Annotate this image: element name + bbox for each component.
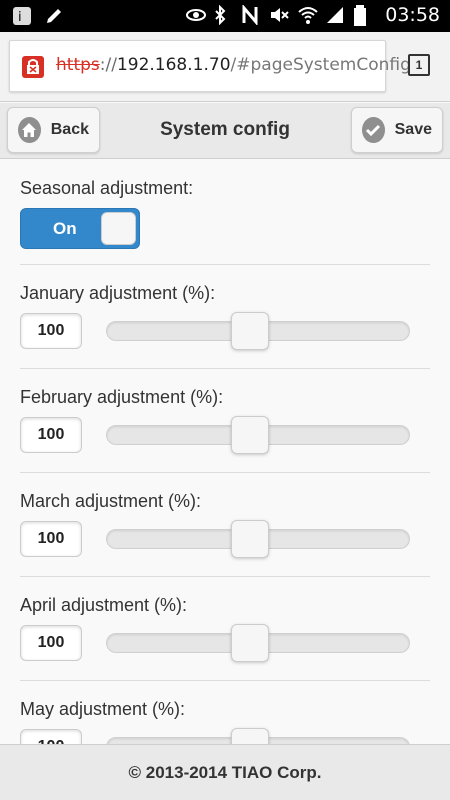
signal-icon (325, 5, 345, 25)
browser-toolbar: https://192.168.1.70/#pageSystemConfig 1 (0, 32, 450, 102)
check-icon (362, 117, 385, 143)
seasonal-adjustment-field: Seasonal adjustment: On (20, 160, 430, 265)
month-adjustment-input[interactable]: 100 (20, 521, 82, 557)
month-adjustment-label: May adjustment (%): (20, 699, 186, 719)
month-adjustment-slider[interactable] (106, 728, 410, 744)
url-fragment: /#pageSystemConfig (230, 55, 411, 75)
url-text[interactable]: https://192.168.1.70/#pageSystemConfig (56, 55, 411, 75)
month-adjustment-slider[interactable] (106, 624, 410, 662)
nfc-icon (241, 3, 261, 27)
app-icon: i (12, 6, 32, 26)
month-adjustment-slider[interactable] (106, 520, 410, 558)
wifi-icon (297, 5, 318, 25)
address-bar[interactable]: https://192.168.1.70/#pageSystemConfig (9, 40, 411, 92)
month-adjustment-field: March adjustment (%): 100 (20, 473, 430, 577)
toggle-on-label: On (53, 219, 77, 238)
seasonal-adjustment-label: Seasonal adjustment: (20, 178, 194, 198)
month-adjustment-label: March adjustment (%): (20, 491, 202, 511)
month-adjustment-label: January adjustment (%): (20, 283, 216, 303)
toggle-knob[interactable] (101, 212, 136, 245)
month-adjustment-label: February adjustment (%): (20, 387, 224, 407)
month-adjustment-field: May adjustment (%): 100 (20, 681, 430, 744)
insecure-lock-icon[interactable] (22, 56, 44, 78)
month-adjustment-input[interactable]: 100 (20, 625, 82, 661)
slider-handle[interactable] (230, 416, 269, 454)
page-footer: © 2013-2014 TIAO Corp. (0, 744, 450, 800)
url-scheme: https (56, 55, 100, 75)
month-adjustment-field: January adjustment (%): 100 (20, 265, 430, 369)
slider-handle[interactable] (230, 312, 269, 350)
save-label: Save (394, 121, 432, 138)
battery-icon (353, 5, 373, 26)
bluetooth-icon (213, 4, 233, 26)
slider-handle[interactable] (230, 624, 269, 662)
month-adjustment-input[interactable]: 100 (20, 417, 82, 453)
month-adjustment-input[interactable]: 100 (20, 313, 82, 349)
month-adjustment-slider[interactable] (106, 416, 410, 454)
tab-switcher-button[interactable]: 1 (408, 54, 430, 76)
url-separator: :// (99, 55, 117, 75)
settings-form: Seasonal adjustment: On January adjustme… (0, 160, 450, 744)
pen-icon (44, 6, 64, 26)
eye-icon (185, 5, 207, 25)
page-header: Back System config Save (0, 103, 450, 159)
url-host: 192.168.1.70 (116, 55, 231, 75)
month-adjustment-field: April adjustment (%): 100 (20, 577, 430, 681)
slider-handle[interactable] (230, 728, 269, 744)
month-adjustment-label: April adjustment (%): (20, 595, 188, 615)
seasonal-adjustment-toggle[interactable]: On (20, 208, 140, 249)
svg-text:i: i (18, 10, 22, 25)
save-button[interactable]: Save (351, 107, 443, 153)
month-adjustment-input[interactable]: 100 (20, 729, 82, 744)
slider-handle[interactable] (230, 520, 269, 558)
month-adjustment-slider[interactable] (106, 312, 410, 350)
status-time: 03:58 (385, 4, 440, 26)
mute-icon (269, 5, 289, 25)
copyright-text: © 2013-2014 TIAO Corp. (128, 763, 322, 782)
month-adjustment-field: February adjustment (%): 100 (20, 369, 430, 473)
status-bar: i 03:58 (0, 0, 450, 32)
